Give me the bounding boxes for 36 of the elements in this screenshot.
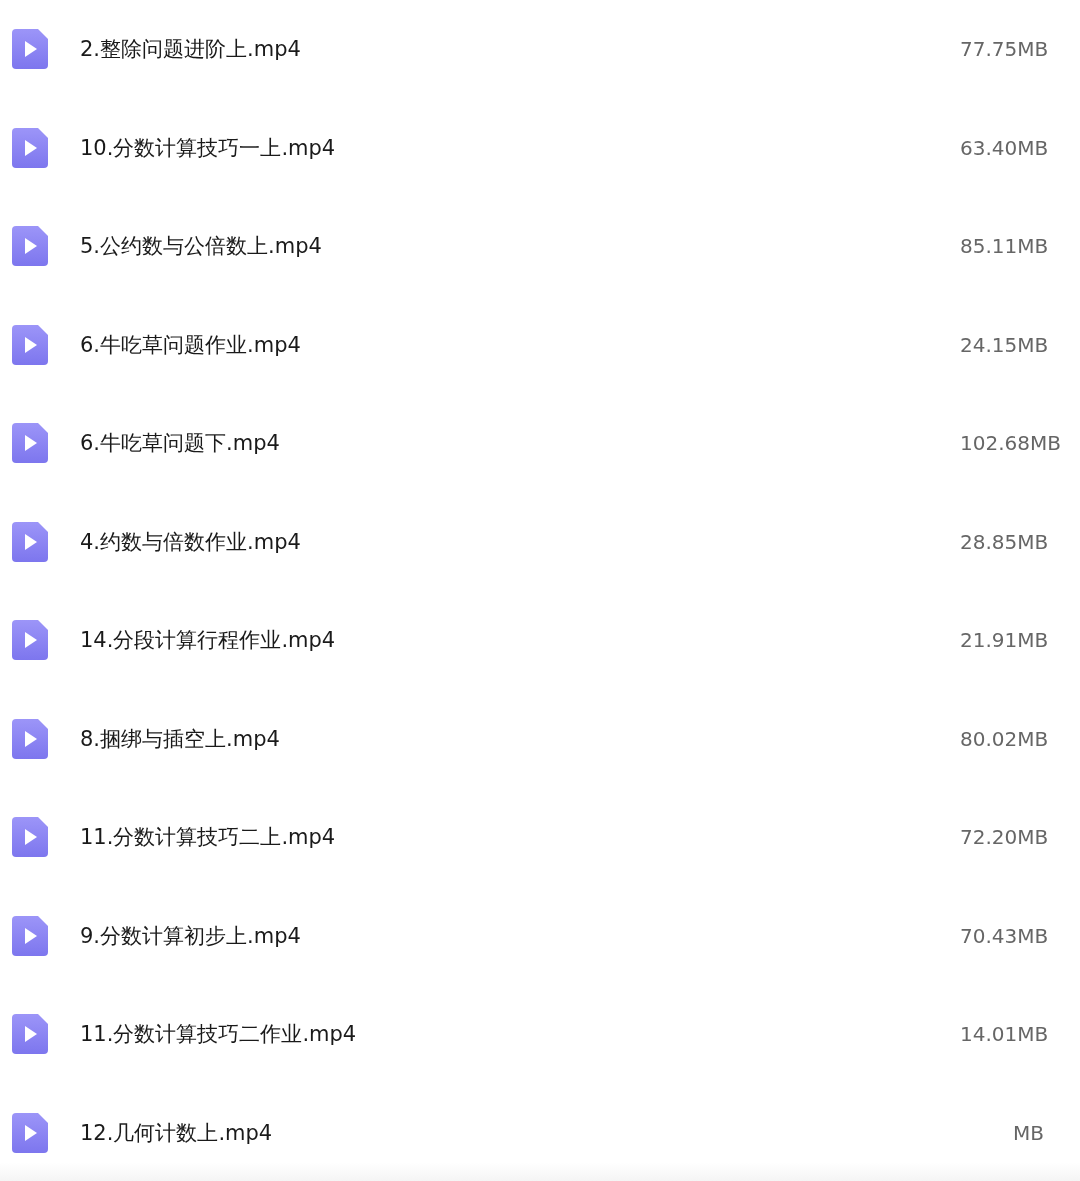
file-name[interactable]: 9.分数计算初步上.mp4 bbox=[80, 921, 960, 950]
file-size: 63.40MB bbox=[960, 135, 1050, 160]
file-size: 72.20MB bbox=[960, 825, 1050, 850]
file-size: MB bbox=[1012, 1120, 1045, 1145]
video-file-icon bbox=[12, 29, 48, 70]
file-size: 77.75MB bbox=[960, 37, 1050, 62]
video-file-icon bbox=[12, 1112, 48, 1153]
file-name[interactable]: 6.牛吃草问题作业.mp4 bbox=[80, 330, 960, 359]
file-size: 85.11MB bbox=[960, 234, 1050, 259]
file-name[interactable]: 12.几何计数上.mp4 bbox=[80, 1118, 960, 1147]
file-size: 70.43MB bbox=[960, 923, 1050, 948]
video-file-icon bbox=[12, 521, 48, 562]
video-file-icon bbox=[12, 915, 48, 956]
video-file-icon bbox=[12, 718, 48, 759]
file-name[interactable]: 2.整除问题进阶上.mp4 bbox=[80, 35, 960, 64]
video-file-icon bbox=[12, 817, 48, 858]
video-file-icon bbox=[12, 226, 48, 267]
video-file-icon bbox=[12, 620, 48, 661]
video-file-icon bbox=[12, 1014, 48, 1055]
file-size: 21.91MB bbox=[960, 628, 1050, 653]
file-name[interactable]: 6.牛吃草问题下.mp4 bbox=[80, 429, 960, 458]
file-size: 102.68MB bbox=[960, 431, 1062, 456]
file-name[interactable]: 4.约数与倍数作业.mp4 bbox=[80, 527, 960, 556]
video-file-icon bbox=[12, 423, 48, 464]
file-name[interactable]: 5.公约数与公倍数上.mp4 bbox=[80, 232, 960, 261]
file-size: 80.02MB bbox=[960, 726, 1050, 751]
file-size: 24.15MB bbox=[960, 332, 1050, 357]
file-name[interactable]: 11.分数计算技巧二上.mp4 bbox=[80, 823, 960, 852]
file-size: 14.01MB bbox=[960, 1022, 1050, 1047]
file-name[interactable]: 10.分数计算技巧一上.mp4 bbox=[80, 133, 960, 162]
video-file-icon bbox=[12, 324, 48, 365]
video-file-icon bbox=[12, 127, 48, 168]
file-size: 28.85MB bbox=[960, 529, 1050, 554]
file-name[interactable]: 8.捆绑与插空上.mp4 bbox=[80, 724, 960, 753]
file-name[interactable]: 11.分数计算技巧二作业.mp4 bbox=[80, 1020, 960, 1049]
file-name[interactable]: 14.分段计算行程作业.mp4 bbox=[80, 626, 960, 655]
